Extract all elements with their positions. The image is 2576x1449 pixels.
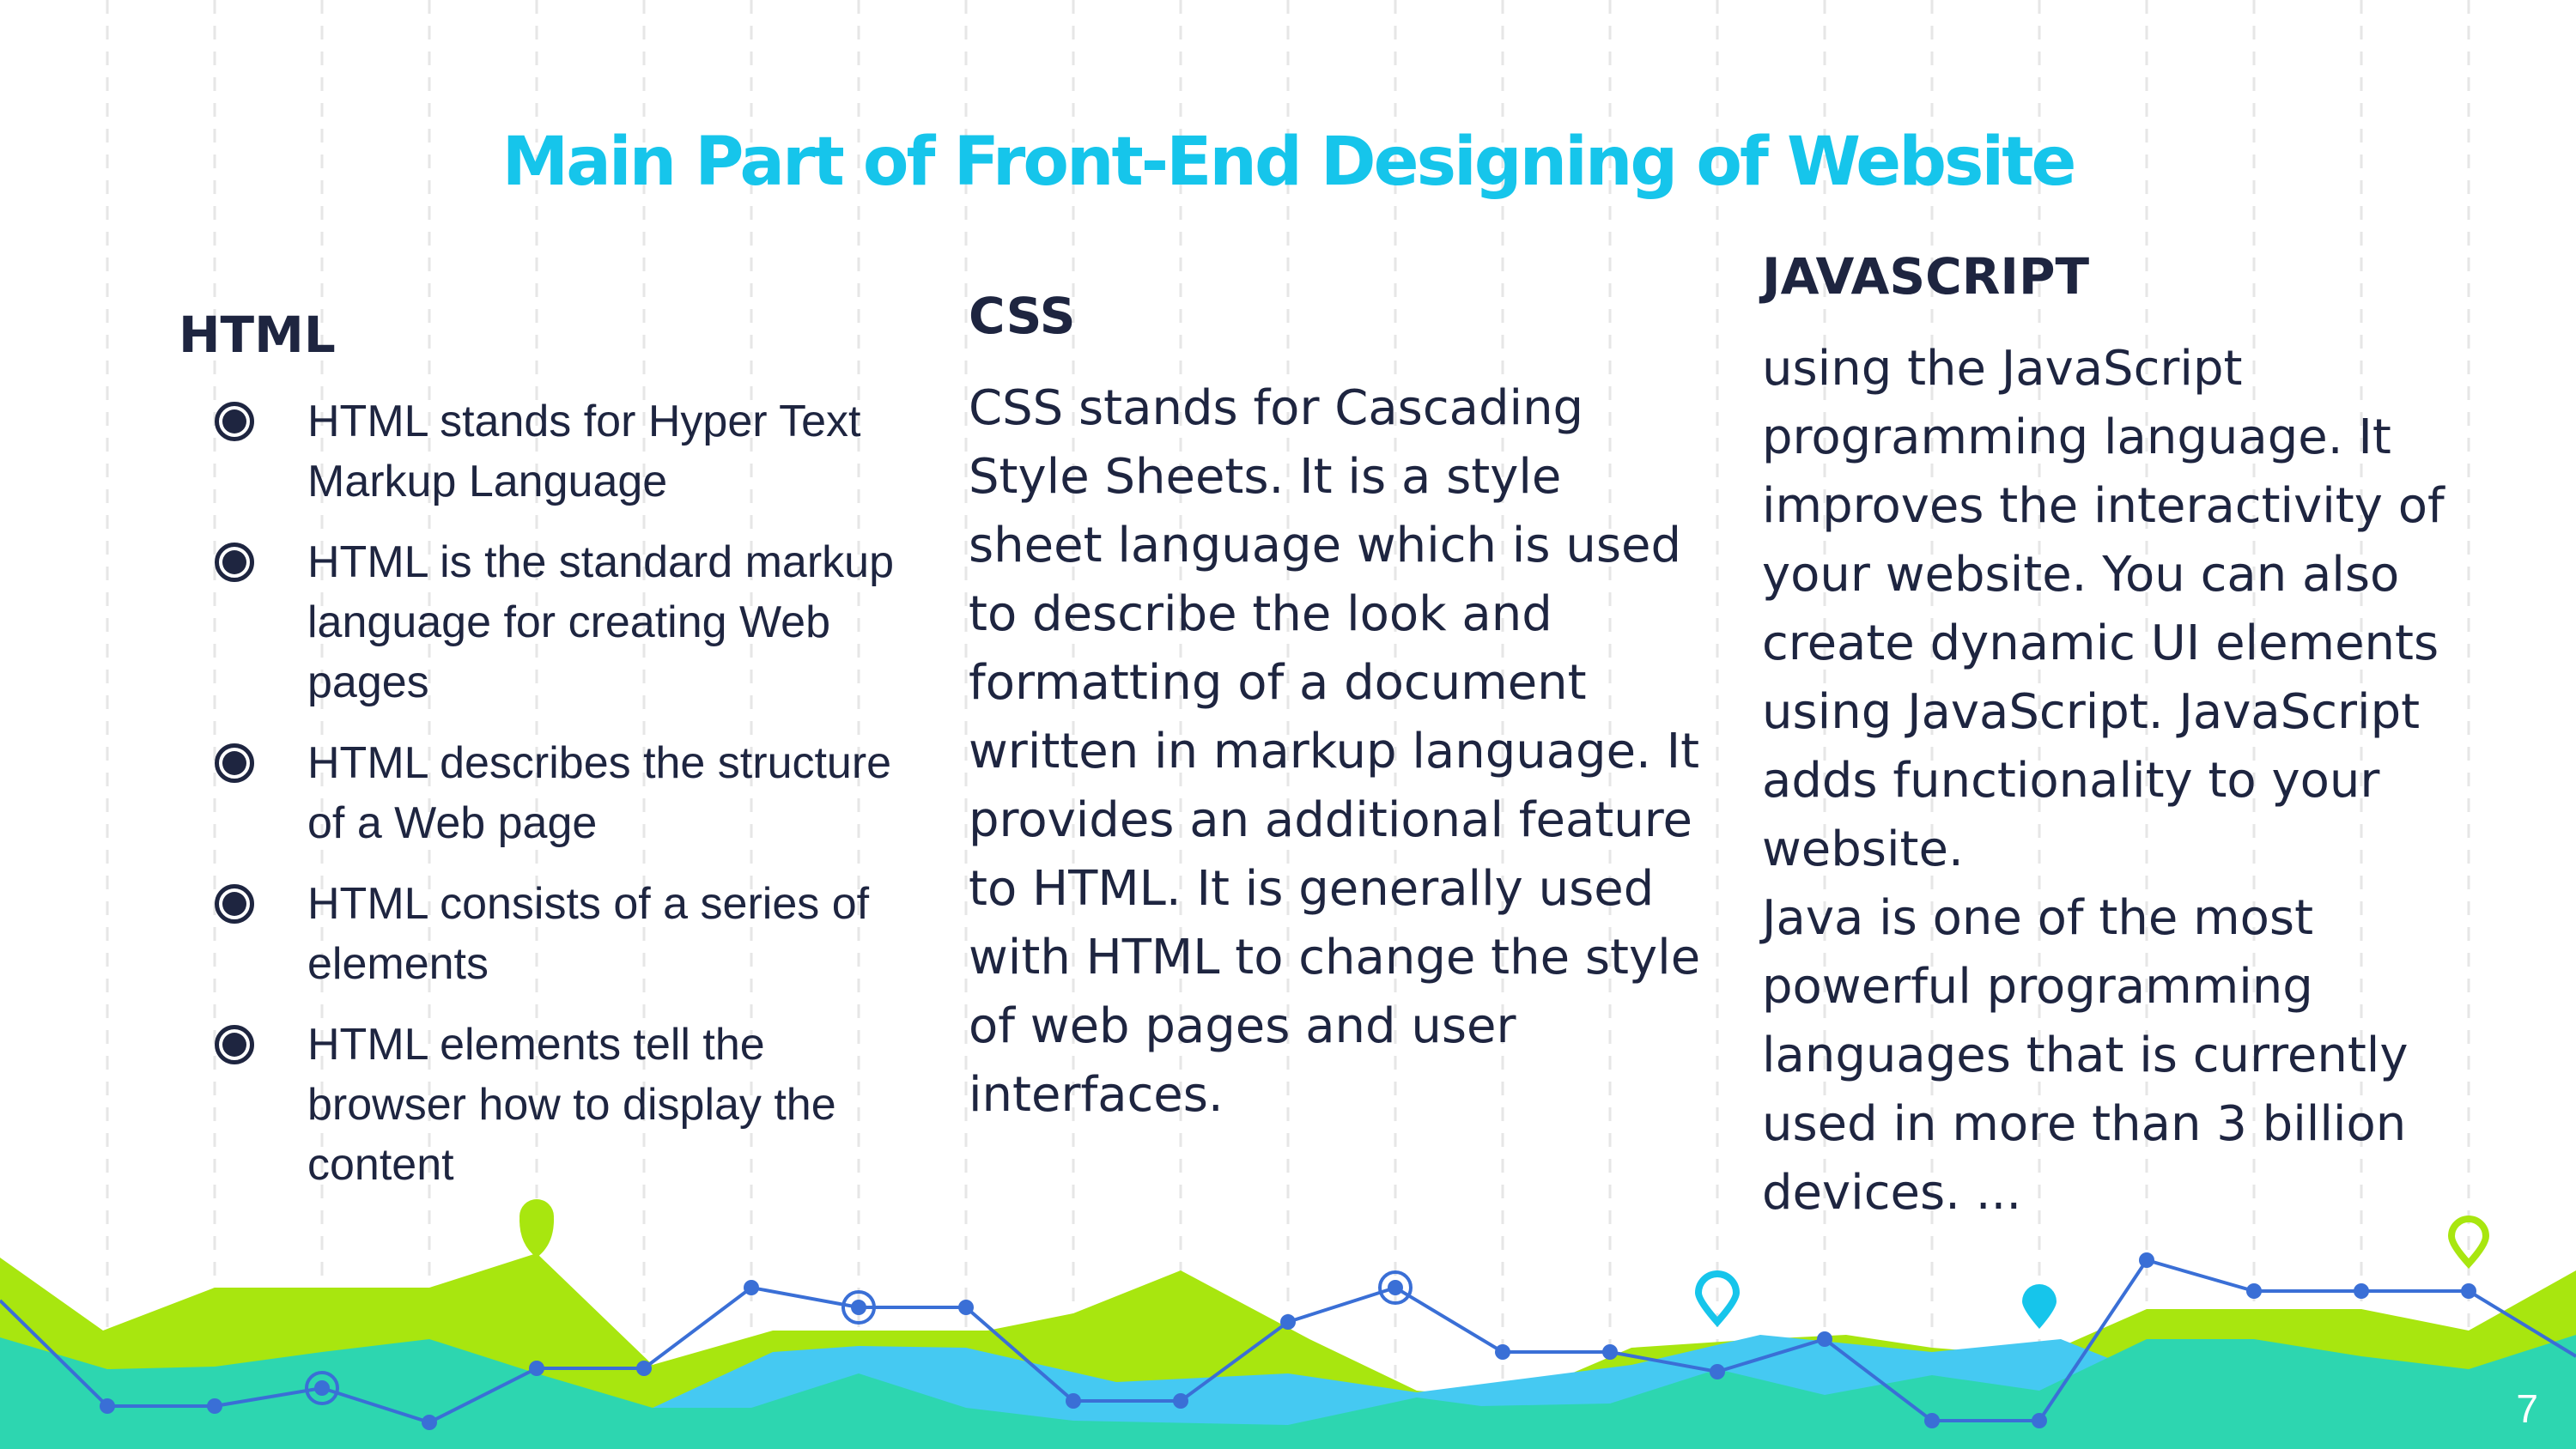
list-item: HTML is the standard markup language for…: [211, 532, 907, 712]
bullet-text: HTML describes the structure of a Web pa…: [307, 738, 892, 848]
list-item: HTML describes the structure of a Web pa…: [211, 733, 907, 853]
slide-title: Main Part of Front-End Designing of Webs…: [501, 124, 2077, 202]
bullet-text: HTML elements tell the browser how to di…: [307, 1020, 836, 1190]
bullet-text: HTML is the standard markup language for…: [307, 537, 895, 707]
html-heading: HTML: [179, 306, 336, 364]
javascript-heading: JAVASCRIPT: [1762, 247, 2090, 306]
javascript-description-part-2: Java is one of the most powerful program…: [1762, 890, 2409, 1221]
cyan-pin-icon: [2022, 1284, 2057, 1329]
bullet-text: HTML consists of a series of elements: [307, 879, 870, 989]
list-item: HTML consists of a series of elements: [211, 874, 907, 994]
radio-bullet-icon: [215, 743, 254, 783]
html-bullet-list: HTML stands for Hyper Text Markup Langua…: [211, 391, 907, 1216]
radio-bullet-icon: [215, 884, 254, 924]
cyan-pin-outline-icon: [1694, 1270, 1741, 1328]
css-heading: CSS: [969, 287, 1076, 345]
radio-bullet-icon: [215, 543, 254, 582]
bullet-text: HTML stands for Hyper Text Markup Langua…: [307, 397, 861, 506]
list-item: HTML stands for Hyper Text Markup Langua…: [211, 391, 907, 512]
javascript-description: using the JavaScript programming languag…: [1762, 335, 2535, 1228]
radio-bullet-icon: [215, 402, 254, 441]
radio-bullet-icon: [215, 1025, 254, 1064]
javascript-description-part-1: using the JavaScript programming languag…: [1762, 341, 2445, 877]
list-item: HTML elements tell the browser how to di…: [211, 1015, 907, 1195]
page-number: 7: [2516, 1386, 2538, 1431]
css-description: CSS stands for Cascading Style Sheets. I…: [969, 380, 1701, 1123]
